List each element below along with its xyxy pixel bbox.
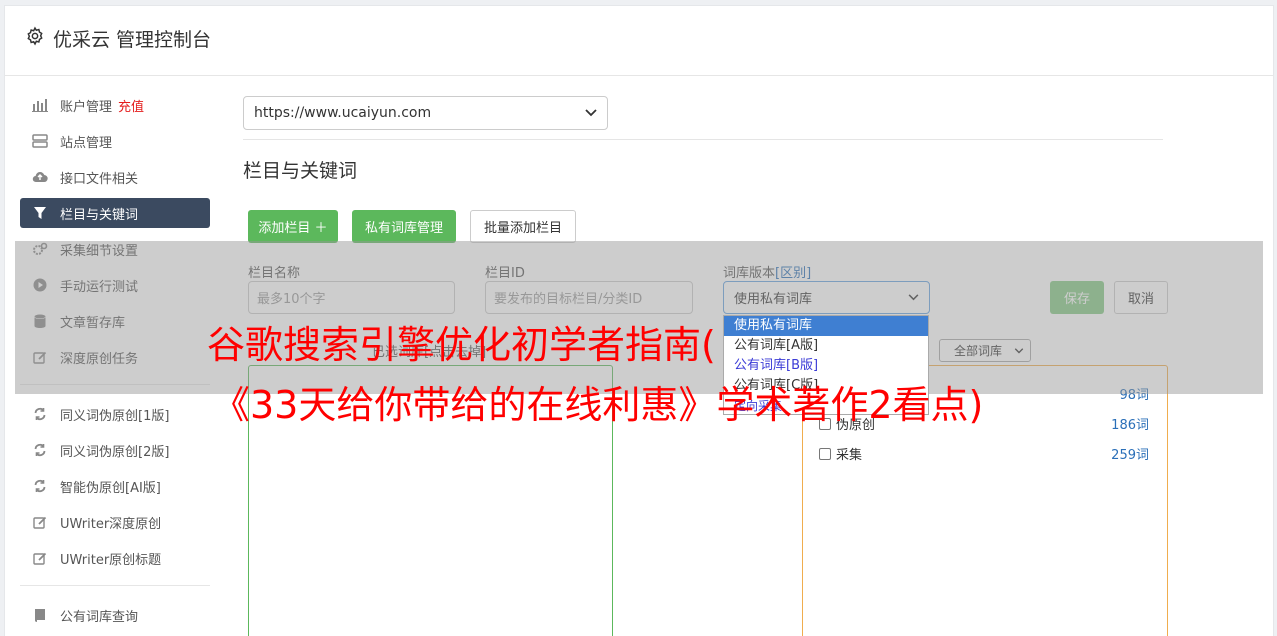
add-column-button[interactable]: 添加栏目 ＋ [248,210,338,243]
sidebar-item-synonym-v1[interactable]: 同义词伪原创[1版] [20,399,210,429]
sidebar-item-ai-original[interactable]: 智能伪原创[AI版] [20,471,210,501]
library-item-count: 186词 [1111,418,1149,433]
chevron-down-icon [585,109,597,117]
sidebar-item-label: 接口文件相关 [60,171,139,187]
dropdown-option[interactable]: 使用私有词库 [724,316,928,336]
edit-icon [32,550,48,566]
overlay-band [15,241,1263,394]
section-title: 栏目与关键词 [243,160,358,182]
sidebar-item-interface[interactable]: 接口文件相关 [20,162,210,192]
watermark-line-1: 谷歌搜索引擎优化初学者指南( [207,323,716,367]
library-item-label: 采集 [836,448,863,463]
refresh-icon [32,406,48,422]
sidebar-item-uwriter-title[interactable]: UWriter原创标题 [20,543,210,573]
site-select-value: https://www.ucaiyun.com [254,105,432,121]
sidebar-item-sites[interactable]: 站点管理 [20,126,210,156]
recharge-link[interactable]: 充值 [118,96,144,115]
private-library-button[interactable]: 私有词库管理 [352,210,456,243]
sidebar-item-synonym-v2[interactable]: 同义词伪原创[2版] [20,435,210,465]
server-icon [32,133,48,149]
sidebar-item-label: 同义词伪原创[1版] [60,408,170,424]
edit-icon [32,514,48,530]
sidebar-item-public-lib[interactable]: 公有词库查询 [20,600,210,630]
sidebar-item-label: 同义词伪原创[2版] [60,444,170,460]
library-item[interactable]: 采集 [819,444,862,463]
divider [243,139,1163,140]
sidebar-item-label: 栏目与关键词 [60,207,139,223]
watermark-line-2: 《33天给你带给的在线利惠》学术著作2看点) [212,383,984,427]
dropdown-option[interactable]: 公有词库[A版] [724,336,928,356]
library-item-count: 259词 [1111,448,1149,463]
filter-icon [32,205,48,221]
gear-icon [27,26,43,46]
site-select[interactable]: https://www.ucaiyun.com [243,96,608,130]
sidebar-item-columns[interactable]: 栏目与关键词 [20,198,210,228]
sidebar-item-uwriter-deep[interactable]: UWriter深度原创 [20,507,210,537]
sidebar-item-label: 公有词库查询 [60,609,139,625]
dropdown-option[interactable]: 公有词库[B版] [724,356,928,376]
sidebar-item-label: 账户管理 [60,99,113,115]
sidebar-item-label: 智能伪原创[AI版] [60,480,161,496]
app-title: 优采云 管理控制台 [53,29,212,51]
cloud-upload-icon [32,169,48,185]
sidebar-item-account[interactable]: 账户管理 充值 [20,90,210,120]
library-checkbox[interactable] [819,447,831,460]
refresh-icon [32,478,48,494]
bar-chart-icon [32,97,48,113]
refresh-icon [32,442,48,458]
top-bar: 优采云 管理控制台 [5,6,1273,76]
sidebar-divider [20,585,210,586]
batch-add-column-button[interactable]: 批量添加栏目 [470,210,576,243]
sidebar-item-label: 站点管理 [60,135,113,151]
sidebar-item-label: UWriter深度原创 [60,516,162,532]
sidebar-item-label: UWriter原创标题 [60,552,162,568]
book-icon [32,607,48,623]
